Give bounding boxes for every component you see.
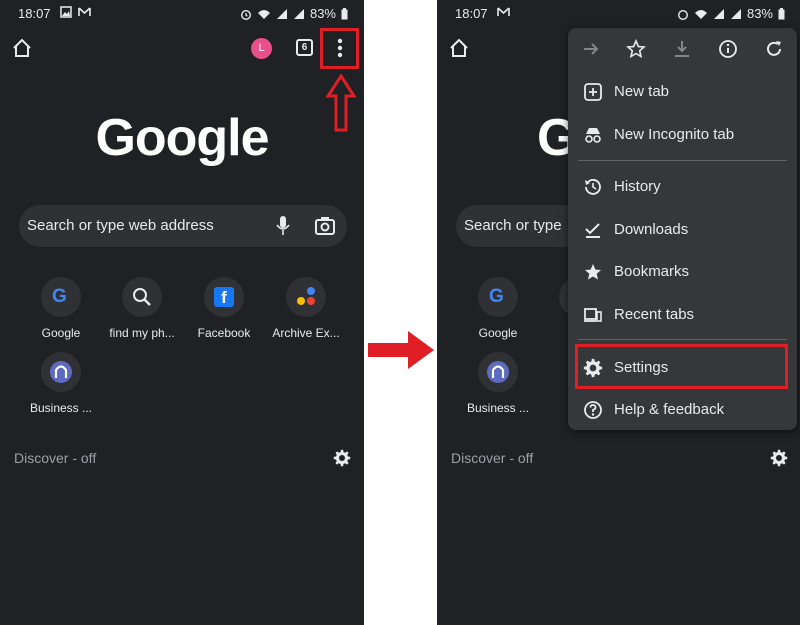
shortcut-tile-google[interactable]: G Google <box>21 277 101 340</box>
menu-item-label: Help & feedback <box>614 401 725 418</box>
google-g-icon: G <box>478 277 518 317</box>
battery-level: 83% <box>746 6 773 21</box>
menu-item-history[interactable]: History <box>568 166 797 208</box>
business-icon <box>478 352 518 392</box>
search-placeholder: Search or type <box>464 217 562 234</box>
wifi-icon <box>694 9 707 19</box>
battery-icon <box>341 7 348 19</box>
menu-item-help-feedback[interactable]: Help & feedback <box>568 389 797 431</box>
shortcut-label: Google <box>41 326 81 340</box>
shortcut-label: Google <box>478 326 518 340</box>
menu-item-downloads[interactable]: Downloads <box>568 209 797 251</box>
star-icon[interactable] <box>626 39 646 59</box>
notification-icons <box>60 6 91 18</box>
facebook-icon: f <box>204 277 244 317</box>
shortcut-label: Facebook <box>197 326 251 340</box>
alarm-icon <box>677 9 688 20</box>
shortcut-tile-business[interactable]: Business ... <box>21 352 101 415</box>
search-placeholder: Search or type web address <box>27 217 214 234</box>
shortcut-label: Archive Ex... <box>272 326 340 340</box>
signal-icon <box>276 8 287 19</box>
menu-item-recent-tabs[interactable]: Recent tabs <box>568 294 797 336</box>
home-icon[interactable] <box>11 37 33 59</box>
highlight-box-settings <box>575 344 788 389</box>
notification-icons <box>497 6 510 18</box>
signal-icon <box>293 8 304 19</box>
status-bar: 18:07 83% <box>0 0 364 28</box>
shortcut-tile-find-my-phone[interactable]: find my ph... <box>102 277 182 340</box>
refresh-icon[interactable] <box>764 39 784 59</box>
discover-status: Discover - off <box>14 450 97 466</box>
menu-item-label: Recent tabs <box>614 306 695 323</box>
discover-status: Discover - off <box>451 450 534 466</box>
system-icons: 83% <box>240 6 348 21</box>
shortcut-label: Business ... <box>466 401 530 415</box>
image-icon <box>60 6 72 18</box>
shortcut-tile-google[interactable]: G Google <box>458 277 538 340</box>
shortcut-tile-business[interactable]: Business ... <box>458 352 538 415</box>
menu-action-row <box>568 28 797 72</box>
help-icon <box>584 401 602 419</box>
signal-icon <box>730 8 741 19</box>
status-bar: 18:07 83% <box>437 0 800 28</box>
signal-icon <box>713 8 724 19</box>
browser-toolbar: L 6 <box>0 32 364 66</box>
right-arrow-annotation <box>368 331 434 369</box>
menu-divider <box>578 160 787 161</box>
menu-item-label: History <box>614 178 661 195</box>
mail-icon <box>78 7 91 16</box>
wifi-icon <box>257 9 270 19</box>
download-icon[interactable] <box>672 39 692 59</box>
menu-item-label: Downloads <box>614 221 689 238</box>
tutorial-canvas: 18:07 83% L 6 Google Search or type web … <box>0 0 800 625</box>
home-icon[interactable] <box>448 37 470 59</box>
gear-icon[interactable] <box>333 449 351 467</box>
google-logo: Google <box>95 109 269 167</box>
status-time: 18:07 <box>455 6 488 21</box>
search-icon <box>122 277 162 317</box>
alarm-icon <box>240 9 251 20</box>
menu-divider <box>578 339 787 340</box>
info-icon[interactable] <box>718 39 738 59</box>
history-icon <box>585 179 601 195</box>
tab-switcher-button[interactable]: 6 <box>296 39 313 56</box>
menu-item-bookmarks[interactable]: Bookmarks <box>568 251 797 293</box>
menu-item-new-incognito-tab[interactable]: New Incognito tab <box>568 114 797 156</box>
battery-level: 83% <box>309 6 336 21</box>
shortcut-tile-archive[interactable]: Archive Ex... <box>266 277 346 340</box>
highlight-box-menu <box>320 28 359 69</box>
plus-box-icon <box>584 83 602 101</box>
menu-item-new-tab[interactable]: New tab <box>568 71 797 113</box>
star-filled-icon <box>585 264 601 280</box>
download-done-icon <box>585 223 600 238</box>
menu-item-label: New tab <box>614 83 670 100</box>
battery-icon <box>778 7 785 19</box>
status-time: 18:07 <box>18 6 51 21</box>
left-phone-screen: 18:07 83% L 6 Google Search or type web … <box>0 0 364 625</box>
dots-icon <box>286 277 326 317</box>
shortcut-tile-facebook[interactable]: f Facebook <box>184 277 264 340</box>
mail-icon <box>497 7 510 16</box>
google-g-icon: G <box>41 277 81 317</box>
gear-icon[interactable] <box>770 449 788 467</box>
search-box[interactable]: Search or type web address <box>19 205 347 247</box>
forward-icon[interactable] <box>581 39 601 59</box>
shortcut-label: Business ... <box>29 401 93 415</box>
mic-icon[interactable] <box>275 215 291 237</box>
lens-camera-icon[interactable] <box>315 216 335 236</box>
menu-item-label: New Incognito tab <box>614 126 735 143</box>
incognito-icon <box>585 128 601 143</box>
devices-icon <box>584 308 602 322</box>
menu-item-label: Bookmarks <box>614 263 690 280</box>
shortcut-label: find my ph... <box>109 326 175 340</box>
profile-avatar[interactable]: L <box>251 38 272 59</box>
business-icon <box>41 352 81 392</box>
system-icons: 83% <box>677 6 785 21</box>
